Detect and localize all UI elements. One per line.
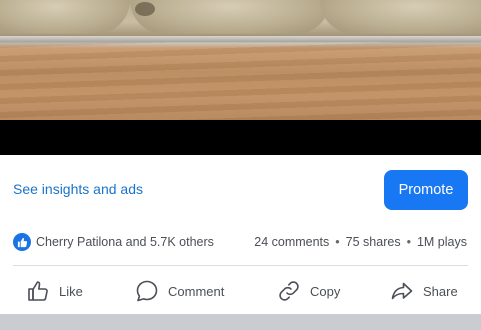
plays-count: 1M plays [416, 235, 467, 249]
copy-label: Copy [310, 283, 341, 299]
post-stats: 24 comments • 75 shares • 1M plays [254, 235, 467, 249]
reactions-summary[interactable]: Cherry Patilona and 5.7K others [13, 233, 214, 251]
like-button[interactable]: Like [26, 271, 83, 311]
video-frame [0, 0, 481, 120]
shares-count[interactable]: 75 shares [346, 235, 401, 249]
divider [13, 265, 468, 266]
shadow-spot [135, 2, 155, 16]
sofa-cushion [0, 0, 130, 34]
next-post-edge [0, 314, 481, 330]
promote-button[interactable]: Promote [384, 170, 468, 210]
thumbs-up-icon [28, 281, 48, 301]
sofa-cushion [130, 0, 330, 34]
like-reaction-icon [13, 233, 31, 251]
copy-link-button[interactable]: Copy [277, 271, 340, 311]
like-label: Like [59, 283, 83, 299]
separator-dot: • [335, 235, 340, 249]
share-button[interactable]: Share [390, 271, 458, 311]
video-player[interactable] [0, 0, 481, 155]
comment-bubble-icon [136, 280, 158, 302]
share-arrow-icon [391, 282, 413, 300]
share-label: Share [423, 283, 458, 299]
reactions-text: Cherry Patilona and 5.7K others [36, 235, 214, 249]
see-insights-link[interactable]: See insights and ads [13, 181, 143, 197]
link-icon [279, 281, 299, 301]
comment-label: Comment [168, 283, 225, 299]
sofa-cushion [320, 0, 481, 34]
action-bar: Like Comment Copy Share [0, 271, 481, 311]
comments-count[interactable]: 24 comments [254, 235, 329, 249]
comment-button[interactable]: Comment [135, 271, 224, 311]
separator-dot: • [406, 235, 411, 249]
wood-panel [0, 42, 481, 120]
